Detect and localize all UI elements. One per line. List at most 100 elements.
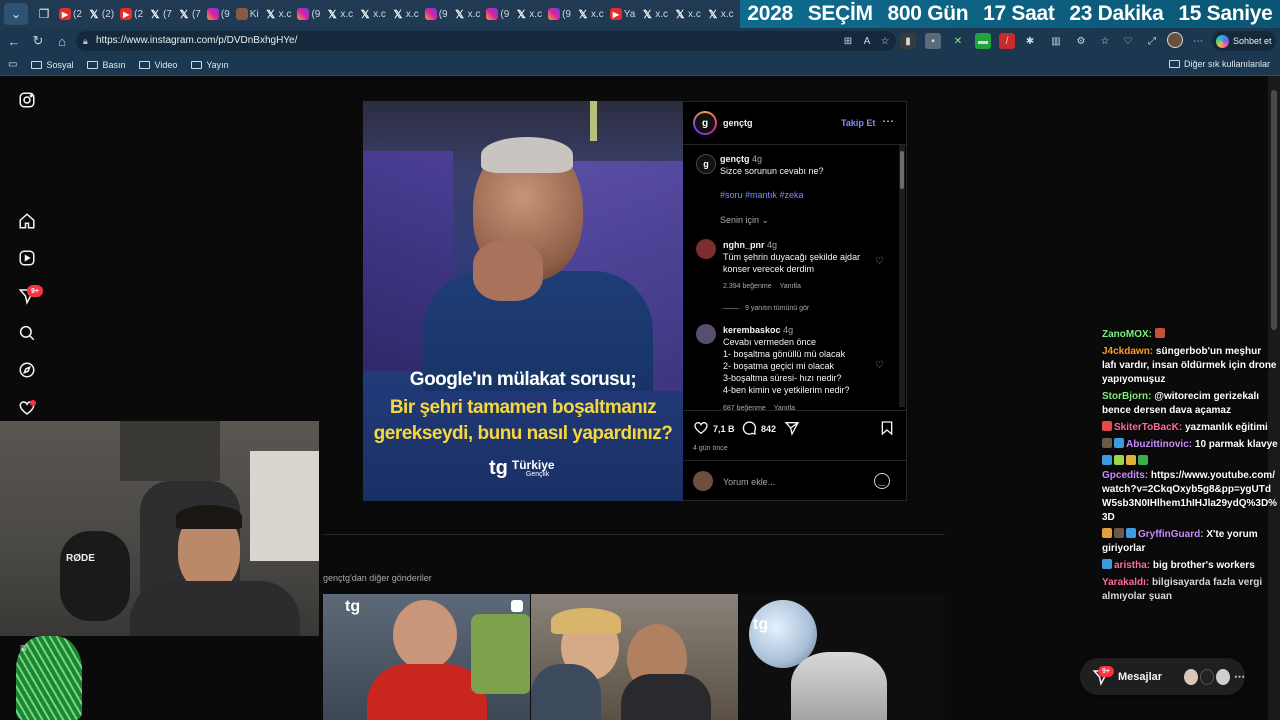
countdown-event: SEÇİM [807, 2, 873, 25]
browser-tab[interactable]: 𝕏x.c [389, 3, 422, 25]
bookmark-folder-video[interactable]: Video [139, 60, 177, 70]
extension-2-icon[interactable]: ▪ [925, 33, 941, 49]
extension-4-icon[interactable]: ▬ [975, 33, 991, 49]
browser-tab[interactable]: (9 [483, 3, 512, 25]
more-posts-title: gençtg'dan diğer gönderiler [323, 573, 432, 583]
browser-tab[interactable]: 𝕏x.c [356, 3, 389, 25]
sidebar-toggle-icon[interactable]: ▥ [1048, 33, 1064, 49]
more-post-thumbnail[interactable] [531, 594, 738, 720]
bookmark-folder-yayin[interactable]: Yayın [191, 60, 229, 70]
more-post-thumbnail[interactable]: tg [323, 594, 530, 720]
browser-tab[interactable]: 𝕏x.c [704, 3, 737, 25]
comments-scrollbar-thumb[interactable] [900, 151, 904, 189]
commenter-avatar[interactable] [696, 239, 716, 259]
bookmark-folder-sosyal[interactable]: Sosyal [31, 60, 73, 70]
browser-tab[interactable]: (9 [294, 3, 323, 25]
browser-tab[interactable]: 𝕏 (2) [85, 3, 117, 25]
search-nav-icon[interactable] [18, 324, 36, 342]
current-user-avatar[interactable] [693, 471, 713, 491]
copilot-button[interactable]: Sohbet et [1212, 31, 1276, 51]
like-heart-icon[interactable] [693, 420, 709, 436]
home-icon[interactable]: ⌂ [50, 30, 74, 52]
reels-nav-icon[interactable] [18, 249, 36, 267]
browser-tab[interactable]: ▶ (2 [56, 3, 85, 25]
commenter-avatar[interactable] [696, 324, 716, 344]
browser-tab[interactable]: 𝕏 (7 [175, 3, 204, 25]
browser-tab[interactable]: 𝕏x.c [512, 3, 545, 25]
tab-actions-chevron-icon[interactable]: ⌄ [4, 3, 28, 25]
browser-essentials-icon[interactable]: ♡ [1120, 33, 1136, 49]
back-icon[interactable]: ← [2, 30, 26, 52]
comment-username[interactable]: kerembaskoc [723, 325, 781, 335]
browser-tab[interactable]: (9 [204, 3, 233, 25]
home-nav-icon[interactable] [18, 212, 36, 230]
refresh-icon[interactable]: ↻ [26, 30, 50, 52]
site-info-icon[interactable]: 🔒︎ [83, 31, 88, 51]
comment-header: nghn_pnr 4g [723, 239, 777, 251]
caption-username[interactable]: gençtg [720, 154, 750, 164]
caption-hashtags[interactable]: #soru #mantık #zeka [720, 189, 804, 201]
chat-participant-avatar [1216, 668, 1231, 685]
split-screen-icon[interactable]: ⊞ [840, 33, 856, 49]
browser-tab[interactable]: 𝕏x.c [671, 3, 704, 25]
share-send-icon[interactable] [784, 420, 800, 436]
comment-bubble-icon[interactable] [741, 420, 757, 436]
browser-tab[interactable]: 𝕏x.c [262, 3, 295, 25]
settings-profile-icon[interactable]: ⚙ [1073, 33, 1089, 49]
add-comment-input[interactable]: Yorum ekle... [723, 476, 775, 488]
browser-tab[interactable]: 𝕏 (7 [146, 3, 175, 25]
save-bookmark-icon[interactable] [879, 420, 895, 436]
hamburger-menu-icon[interactable]: ≡ [20, 641, 27, 655]
author-username[interactable]: gençtg [723, 117, 753, 129]
browser-tab[interactable]: ▶ (2 [117, 3, 146, 25]
view-replies-button[interactable]: 9 yanıtın tümünü gör [745, 303, 809, 315]
extension-3-icon[interactable]: ✕ [950, 33, 966, 49]
comment-likes[interactable]: 2.394 beğenme [723, 283, 772, 290]
favorite-star-icon[interactable]: ☆ [877, 33, 893, 49]
comments-scrollbar[interactable] [899, 145, 905, 407]
more-menu-icon[interactable]: ⋯ [1190, 33, 1206, 49]
post-image[interactable]: Google'ın mülakat sorusu; Bir şehri tama… [363, 101, 683, 501]
chat-badge-icon [1102, 559, 1112, 569]
comment-count[interactable]: 842 [761, 423, 776, 435]
follow-button[interactable]: Takip Et [841, 117, 875, 129]
chat-badge-icon [1138, 455, 1148, 465]
favorites-icon[interactable]: ☆ [1097, 33, 1113, 49]
more-post-thumbnail[interactable]: tg [739, 594, 945, 720]
like-count[interactable]: 7,1 B [713, 423, 735, 435]
comment-username[interactable]: nghn_pnr [723, 240, 765, 250]
comment-like-heart-icon[interactable]: ♡ [875, 360, 884, 371]
browser-tab[interactable]: 𝕏x.c [451, 3, 484, 25]
comment-like-heart-icon[interactable]: ♡ [875, 256, 884, 267]
browser-tab[interactable]: 𝕏x.c [574, 3, 607, 25]
countdown-hours: 17 Saat [983, 2, 1055, 25]
screenshot-icon[interactable]: ⤢ [1144, 33, 1160, 49]
extensions-puzzle-icon[interactable]: ✱ [1022, 33, 1038, 49]
more-options-icon[interactable]: ⋯ [882, 115, 894, 127]
profile-avatar[interactable] [1167, 32, 1183, 48]
browser-tab[interactable]: (9 [422, 3, 451, 25]
scrollbar-thumb[interactable] [1271, 90, 1277, 330]
emoji-picker-icon[interactable]: ‿ [874, 473, 890, 489]
url-field[interactable]: 🔒︎ https://www.instagram.com/p/DVDnBxhgH… [76, 31, 896, 51]
extension-1-icon[interactable]: ▮ [900, 33, 916, 49]
extension-5-icon[interactable]: / [999, 33, 1015, 49]
browser-tab[interactable]: Ki [233, 3, 262, 25]
caption-avatar[interactable]: g [696, 154, 716, 174]
comment-reply-button[interactable]: Yanıtla [780, 283, 801, 290]
browser-tab[interactable]: 𝕏x.c [638, 3, 671, 25]
tab-label: (7 [163, 8, 172, 20]
browser-tab[interactable]: 𝕏x.c [323, 3, 356, 25]
comment-sort-dropdown[interactable]: Senin için ⌄ [720, 214, 769, 226]
bookmark-folder-basin[interactable]: Basın [87, 60, 125, 70]
bookmark-folder-other[interactable]: Diğer sık kullanılanlar [1168, 59, 1270, 69]
browser-tab[interactable]: (9 [545, 3, 574, 25]
workspaces-icon[interactable]: ❐ [32, 3, 56, 25]
reading-view-icon[interactable]: ▭ [8, 59, 17, 70]
read-aloud-icon[interactable]: A [859, 33, 875, 49]
explore-nav-icon[interactable] [18, 361, 36, 379]
x-favicon-icon: 𝕏 [179, 8, 189, 21]
instagram-logo-icon[interactable] [18, 91, 36, 109]
author-avatar[interactable]: g [693, 111, 717, 135]
browser-tab[interactable]: ▶ Ya [607, 3, 639, 25]
